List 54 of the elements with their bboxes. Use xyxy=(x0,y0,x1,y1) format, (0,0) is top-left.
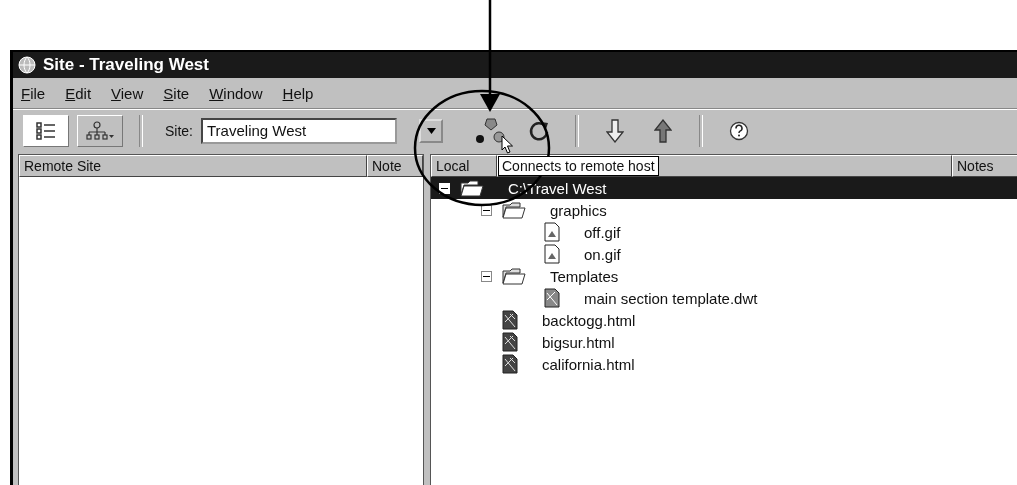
site-map-button[interactable] xyxy=(77,115,123,147)
tree-row[interactable]: off.gif xyxy=(431,221,1017,243)
site-label: Site: xyxy=(165,123,193,139)
folder-icon xyxy=(502,201,526,219)
refresh-icon xyxy=(528,120,550,142)
down-arrow-icon xyxy=(606,119,624,143)
folder-icon xyxy=(502,267,526,285)
file-name: graphics xyxy=(550,201,607,219)
help-icon xyxy=(729,121,749,141)
file-name: off.gif xyxy=(584,223,621,241)
file-name: Templates xyxy=(550,267,619,285)
html-file-icon xyxy=(502,332,518,352)
html-file-icon xyxy=(502,354,518,374)
file-name: bigsur.html xyxy=(542,333,615,351)
tooltip: Connects to remote host xyxy=(498,156,659,176)
file-name: california.html xyxy=(542,355,635,373)
site-map-icon xyxy=(85,121,115,141)
image-file-icon xyxy=(544,244,560,264)
tree-row[interactable]: bigsur.html xyxy=(431,331,1017,353)
tree-row[interactable]: graphics xyxy=(431,199,1017,221)
tree-row[interactable]: main section template.dwt xyxy=(431,287,1017,309)
image-file-icon xyxy=(544,222,560,242)
column-header[interactable]: Note xyxy=(367,155,423,177)
collapse-icon[interactable] xyxy=(481,204,492,216)
tree-row[interactable]: Templates xyxy=(431,265,1017,287)
menu-item[interactable]: Edit xyxy=(65,84,92,102)
menu-item[interactable]: Help xyxy=(282,84,314,102)
up-arrow-icon xyxy=(654,119,672,143)
column-header[interactable]: Local xyxy=(431,155,497,177)
caret-icon xyxy=(426,128,436,134)
site-select[interactable]: Traveling West xyxy=(201,118,397,144)
dropdown-button[interactable] xyxy=(419,119,443,143)
menu-item[interactable]: File xyxy=(21,84,46,102)
window-title: Site - Traveling West xyxy=(43,55,209,75)
folder-icon xyxy=(460,179,484,197)
list-view-button[interactable] xyxy=(23,115,69,147)
tree-row[interactable]: california.html xyxy=(431,353,1017,375)
globe-icon xyxy=(17,55,37,75)
tree-row[interactable]: backtogg.html xyxy=(431,309,1017,331)
tree-row[interactable]: C:\Travel West xyxy=(431,177,1017,199)
column-header[interactable]: Remote Site xyxy=(19,155,367,177)
plug-icon xyxy=(475,117,507,145)
menu-item[interactable]: View xyxy=(111,84,144,102)
menu-item[interactable]: Window xyxy=(209,84,263,102)
file-name: backtogg.html xyxy=(542,311,636,329)
list-view-icon xyxy=(36,122,56,140)
template-file-icon xyxy=(544,288,560,308)
file-name: on.gif xyxy=(584,245,621,263)
file-name: main section template.dwt xyxy=(584,289,758,307)
file-name: C:\Travel West xyxy=(508,179,607,197)
tree-row[interactable]: on.gif xyxy=(431,243,1017,265)
collapse-icon[interactable] xyxy=(481,270,492,282)
menu-item[interactable]: Site xyxy=(163,84,190,102)
html-file-icon xyxy=(502,310,518,330)
